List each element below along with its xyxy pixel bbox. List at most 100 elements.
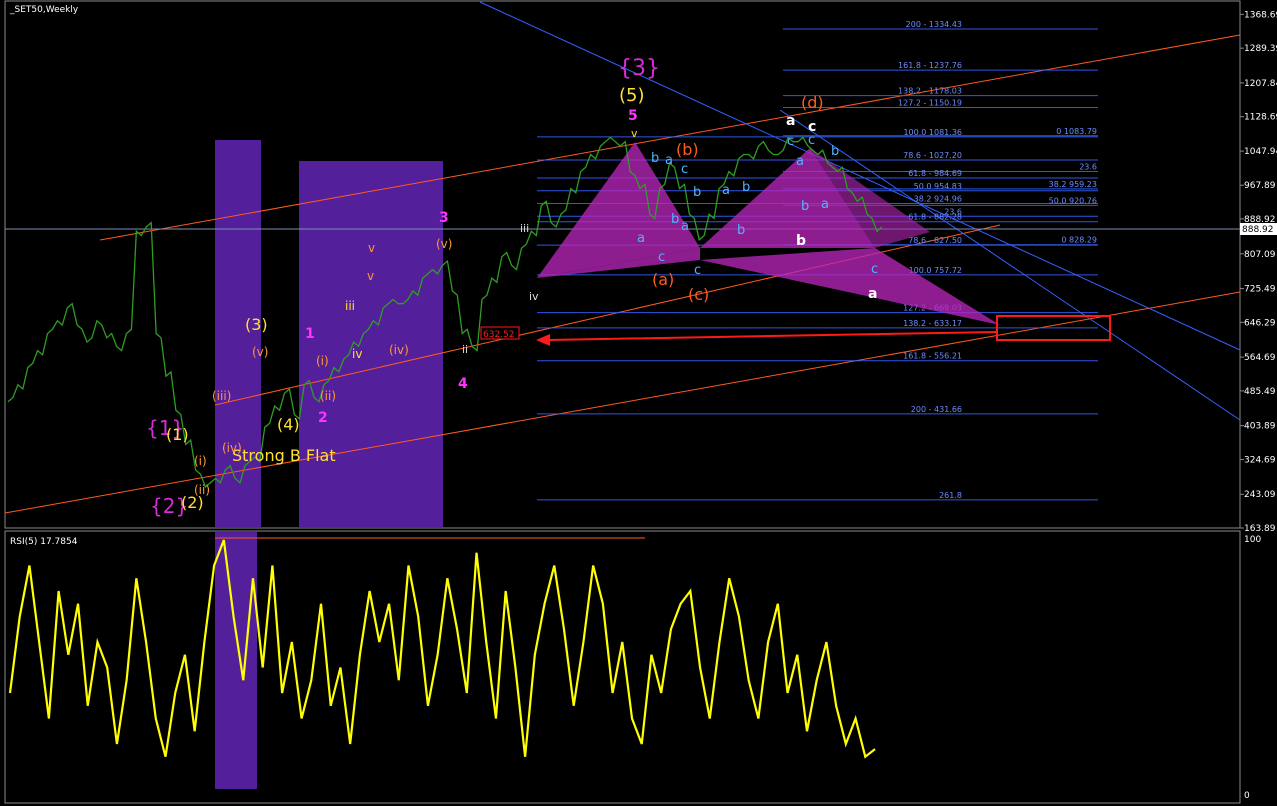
y-tick-label: 1128.69 (1244, 113, 1277, 123)
fib-label: 127.2 - 1150.19 (898, 99, 962, 108)
wave-label: (a) (652, 270, 674, 289)
y-tick-label: 324.69 (1244, 455, 1276, 465)
y-tick-label: 163.89 (1244, 524, 1276, 534)
price-axis: 1368.69 1289.39 1207.84 1128.69 1047.94 967.8… (1240, 10, 1277, 534)
wave-label: a (637, 231, 645, 246)
wave-label: (v) (436, 237, 452, 251)
wave-label: 3 (439, 210, 449, 226)
wave-label: b (831, 144, 839, 159)
wave-label: a (796, 154, 804, 169)
wave-label: a (665, 153, 673, 168)
rsi-panel[interactable] (4, 530, 1241, 804)
wave-label: (4) (277, 415, 300, 434)
rsi-title: RSI(5) 17.7854 (10, 537, 78, 547)
fib-label: 200 - 431.66 (911, 405, 962, 414)
y-tick-label: 1047.94 (1244, 147, 1277, 157)
wave-label: c (871, 262, 878, 277)
strong-b-flat-label: Strong B Flat (232, 446, 336, 465)
fib-label: 38.2 959.23 (1049, 180, 1097, 189)
wave-label: a (681, 219, 689, 234)
y-tick-label: 1368.69 (1244, 10, 1277, 20)
wave-label: v (631, 127, 638, 140)
fib-label: 23.6 (1079, 163, 1097, 172)
shaded-region-2 (299, 161, 443, 528)
wave-label: (iii) (212, 389, 231, 403)
y-tick-label: 564.69 (1244, 353, 1276, 363)
y-tick-label: 403.89 (1244, 422, 1276, 432)
y-tick-label: 807.09 (1244, 250, 1276, 260)
wave-label: v (367, 269, 374, 283)
wave-label: ii (462, 343, 468, 356)
fib-label: 100.0 757.72 (909, 266, 962, 275)
rsi-scale-bottom: 0 (1244, 791, 1250, 801)
wave-label: iv (352, 347, 362, 361)
wave-label: (ii) (194, 483, 210, 497)
chart-window: 200 - 1334.43 161.8 - 1237.76 138.2 - 1178… (4, 0, 1277, 804)
wave-label: (d) (801, 93, 824, 112)
y-tick-label: 485.49 (1244, 387, 1276, 397)
wave-label: (1) (166, 425, 189, 444)
fib-label: 200 - 1334.43 (906, 20, 962, 29)
wave-label: 2 (318, 410, 328, 426)
fib-label: 50.0 920.76 (1049, 196, 1097, 205)
wave-label: iv (529, 290, 539, 303)
wave-label: v (368, 241, 375, 255)
wave-label: a (821, 197, 829, 212)
wave-label: b (651, 151, 659, 166)
wave-label: b (801, 199, 809, 214)
wave-label: 1 (305, 326, 315, 342)
fib-label: 0 828.29 (1061, 236, 1097, 245)
wave-label: (iv) (389, 343, 409, 357)
y-tick-label: 967.89 (1244, 181, 1276, 191)
wave-label: c (787, 134, 794, 149)
wave-label: (3) (245, 315, 268, 334)
fib-label: 138.2 - 633.17 (903, 319, 962, 328)
current-price-label: 888.92 (1242, 225, 1274, 235)
wave-label: 4 (458, 376, 468, 392)
wave-label: iii (520, 222, 529, 235)
wave-label: c (681, 162, 688, 177)
y-tick-label: 646.29 (1244, 318, 1276, 328)
wave-label: (c) (688, 285, 709, 304)
wave-label: {3} (618, 56, 660, 81)
wave-label: b (671, 212, 679, 227)
fib-label: 161.8 - 1237.76 (898, 61, 962, 70)
y-tick-label: 1289.39 (1244, 44, 1277, 54)
fib-label: 61.8 - 984.69 (908, 169, 962, 178)
wave-label: (iv) (222, 441, 242, 455)
y-tick-label: 243.09 (1244, 490, 1276, 500)
fib-label: 50.0 954.83 (914, 182, 962, 191)
fib-label: 0 1083.79 (1056, 127, 1097, 136)
wave-label: a (868, 286, 877, 302)
wave-label: b (796, 233, 806, 249)
price-tag-label: 632.52 (483, 330, 515, 340)
shaded-region-1 (215, 140, 261, 528)
wave-label: (5) (619, 85, 645, 106)
rsi-scale-top: 100 (1244, 535, 1261, 545)
wave-label: a (786, 113, 795, 129)
wave-label: iii (345, 299, 355, 313)
fib-label: 138.2 - 1178.03 (898, 87, 962, 96)
wave-label: (ii) (320, 389, 336, 403)
fib-label: 38.2 924.96 (914, 195, 962, 204)
wave-label: (v) (252, 345, 268, 359)
wave-label: c (694, 263, 701, 278)
wave-label: (b) (676, 140, 699, 159)
fib-label: 78.6 - 827.50 (908, 236, 962, 245)
wave-label: (i) (316, 354, 329, 368)
wave-label: c (658, 250, 665, 265)
wave-label: b (742, 180, 750, 195)
wave-label: (i) (194, 454, 207, 468)
shaded-region-rsi (215, 531, 257, 789)
chart-title: _SET50,Weekly (9, 5, 79, 15)
wave-label: 5 (628, 108, 638, 124)
fib-label: 161.8 - 556.21 (903, 352, 962, 361)
wave-label: b (737, 223, 745, 238)
wave-label: a (722, 183, 730, 198)
y-tick-label: 1207.84 (1244, 79, 1277, 89)
wave-label: c (808, 133, 815, 148)
fib-label: 78.6 - 1027.20 (903, 151, 962, 160)
fib-label: 261.8 (939, 491, 962, 500)
y-tick-label: 725.49 (1244, 285, 1276, 295)
fib-label: 61.8 - 882.28 (908, 213, 962, 222)
